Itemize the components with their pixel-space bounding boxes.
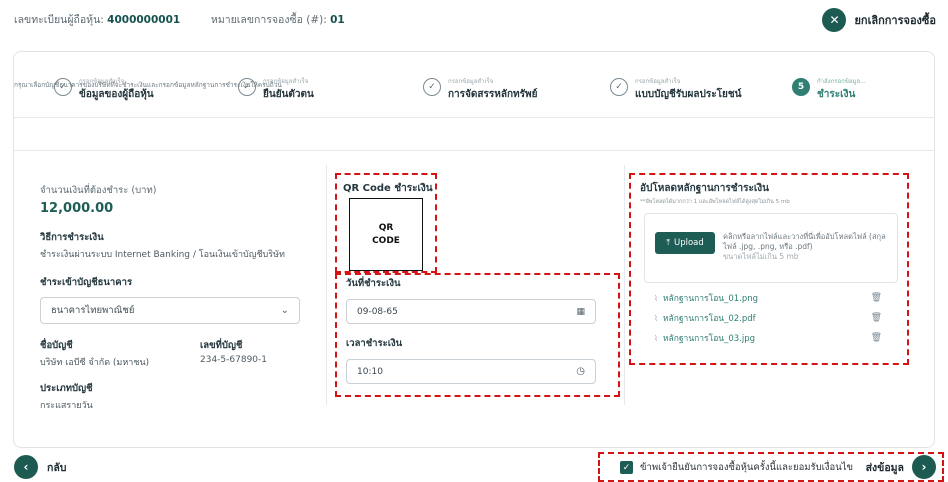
- agree-checkbox-row[interactable]: ✓ ข้าพเจ้ายืนยันการจองซื้อหุ้นครั้งนี้แล…: [620, 460, 853, 475]
- booking-value: 01: [330, 14, 345, 26]
- top-bar: เลขทะเบียนผู้ถือหุ้น: 4000000001 หมายเลข…: [0, 0, 948, 40]
- step-status: กรอกข้อมูลสำเร็จ: [448, 78, 494, 85]
- booking-info: เลขทะเบียนผู้ถือหุ้น: 4000000001 หมายเลข…: [14, 11, 345, 28]
- agree-label: ข้าพเจ้ายืนยันการจองซื้อหุ้นครั้งนี้และย…: [640, 462, 854, 473]
- check-circle-icon: ✓: [423, 78, 441, 96]
- upload-dropzone[interactable]: ⤒ Upload คลิกหรือลากไฟล์และวางที่นี่เพื่…: [644, 213, 898, 283]
- upload-button-label: Upload: [673, 238, 704, 248]
- column-divider: [326, 165, 327, 405]
- account-no-value: 234-5-67890-1: [200, 355, 268, 365]
- step-payment[interactable]: 5 กำลังกรอกข้อมูล... ชำระเงิน: [792, 76, 866, 102]
- date-input[interactable]: 09-08-65 ▦: [346, 299, 596, 324]
- cancel-booking-label: ยกเลิกการจองซื้อ: [854, 14, 936, 27]
- upload-desc-text: คลิกหรือลากไฟล์และวางที่นี่เพื่ออัปโหลดไ…: [723, 232, 886, 252]
- step-allocation[interactable]: ✓ กรอกข้อมูลสำเร็จ การจัดสรรหลักทรัพย์: [423, 76, 537, 102]
- trash-icon[interactable]: 🗑: [871, 333, 882, 343]
- holder-reg-label: เลขทะเบียนผู้ถือหุ้น:: [14, 14, 104, 26]
- qr-line1: QR: [378, 222, 394, 233]
- time-label: เวลาชำระเงิน: [346, 338, 403, 349]
- amount-label: จำนวนเงินที่ต้องชำระ (บาท): [40, 185, 157, 196]
- paperclip-icon: ⌇: [654, 333, 658, 343]
- step-title: แบบบัญชีรับผลประโยชน์: [635, 89, 742, 100]
- chevron-right-icon: ›: [912, 455, 936, 479]
- date-time-group: วันที่ชำระเงิน 09-08-65 ▦ เวลาชำระเงิน 1…: [346, 276, 596, 384]
- cancel-booking-button[interactable]: ✕ ยกเลิกการจองซื้อ: [822, 8, 936, 32]
- booking-label: หมายเลขการจองซื้อ (#):: [210, 14, 327, 26]
- account-name-label: ชื่อบัญชี: [40, 340, 73, 351]
- qr-title: QR Code ชำระเงิน: [343, 183, 433, 194]
- step-status: กำลังกรอกข้อมูล...: [817, 78, 866, 85]
- time-input[interactable]: 10:10 ◷: [346, 359, 596, 384]
- file-name: หลักฐานการโอน_03.jpg: [662, 334, 756, 344]
- date-label: วันที่ชำระเงิน: [346, 278, 401, 289]
- uploaded-file[interactable]: ⌇ หลักฐานการโอน_02.pdf 🗑: [654, 311, 882, 325]
- account-name-value: บริษัท เอบีซี จำกัด (มหาชน): [40, 358, 150, 368]
- account-type-value: กระแสรายวัน: [40, 401, 93, 411]
- uploaded-file[interactable]: ⌇ หลักฐานการโอน_03.jpg 🗑: [654, 331, 882, 345]
- account-type-label: ประเภทบัญชี: [40, 383, 93, 394]
- upload-size-note: ขนาดไฟล์ไม่เกิน 5 mb: [723, 252, 799, 262]
- paperclip-icon: ⌇: [654, 313, 658, 323]
- upload-description: คลิกหรือลากไฟล์และวางที่นี่เพื่ออัปโหลดไ…: [723, 232, 893, 262]
- qr-code: QR CODE: [349, 198, 423, 271]
- back-button[interactable]: ‹ กลับ: [14, 455, 66, 479]
- submit-button[interactable]: ส่งข้อมูล ›: [866, 455, 936, 479]
- uploaded-file[interactable]: ⌇ หลักฐานการโอน_01.png 🗑: [654, 291, 882, 305]
- upload-hint: **อัพโหลดได้มากกว่า 1 และอัพโหลดไฟล์ได้ส…: [640, 199, 790, 205]
- step-number-badge: 5: [792, 78, 810, 96]
- submit-label: ส่งข้อมูล: [865, 461, 904, 474]
- back-label: กลับ: [47, 461, 67, 474]
- calendar-icon: ▦: [576, 306, 585, 317]
- file-name: หลักฐานการโอน_01.png: [662, 294, 759, 304]
- date-value: 09-08-65: [357, 306, 398, 317]
- bank-label: ชำระเข้าบัญชีธนาคาร: [40, 277, 133, 288]
- time-value: 10:10: [357, 366, 383, 377]
- bank-selected-value: ธนาคารไทยพาณิชย์: [51, 305, 135, 316]
- file-name: หลักฐานการโอน_02.pdf: [662, 314, 756, 324]
- trash-icon[interactable]: 🗑: [871, 293, 882, 303]
- payment-details: จำนวนเงินที่ต้องชำระ (บาท) 12,000.00 วิธ…: [40, 183, 300, 412]
- upload-button[interactable]: ⤒ Upload: [655, 232, 715, 254]
- bank-select[interactable]: ธนาคารไทยพาณิชย์ ⌄: [40, 297, 300, 324]
- holder-reg-value: 4000000001: [107, 14, 181, 26]
- instruction-text: กรุณาเลือกบัญชีธนาคารของบริษัทที่จะชำระเ…: [14, 81, 282, 89]
- method-label: วิธีการชำระเงิน: [40, 232, 104, 243]
- step-status: กรอกข้อมูลสำเร็จ: [635, 78, 681, 85]
- bottom-bar: ‹ กลับ ✓ ข้าพเจ้ายืนยันการจองซื้อหุ้นครั…: [0, 452, 948, 482]
- amount-value: 12,000.00: [40, 201, 114, 216]
- paperclip-icon: ⌇: [654, 293, 658, 303]
- close-icon: ✕: [822, 8, 847, 32]
- step-benefit-account[interactable]: ✓ กรอกข้อมูลสำเร็จ แบบบัญชีรับผลประโยชน์: [610, 76, 741, 102]
- column-divider: [624, 165, 625, 405]
- method-value: ชำระเงินผ่านระบบ Internet Banking / โอนเ…: [40, 250, 285, 260]
- upload-header: อัปโหลดหลักฐานการชำระเงิน **อัพโหลดได้มา…: [640, 181, 790, 206]
- chevron-left-icon: ‹: [14, 455, 38, 479]
- step-title: ชำระเงิน: [817, 89, 856, 100]
- divider: [13, 150, 935, 151]
- trash-icon[interactable]: 🗑: [871, 313, 882, 323]
- checkbox-checked-icon[interactable]: ✓: [620, 461, 633, 474]
- chevron-down-icon: ⌄: [280, 305, 289, 316]
- clock-icon: ◷: [576, 366, 585, 377]
- upload-title: อัปโหลดหลักฐานการชำระเงิน: [640, 183, 770, 194]
- check-circle-icon: ✓: [610, 78, 628, 96]
- account-no-label: เลขที่บัญชี: [200, 340, 243, 351]
- step-title: การจัดสรรหลักทรัพย์: [448, 89, 538, 100]
- upload-icon: ⤒: [666, 238, 670, 248]
- qr-line2: CODE: [372, 235, 400, 246]
